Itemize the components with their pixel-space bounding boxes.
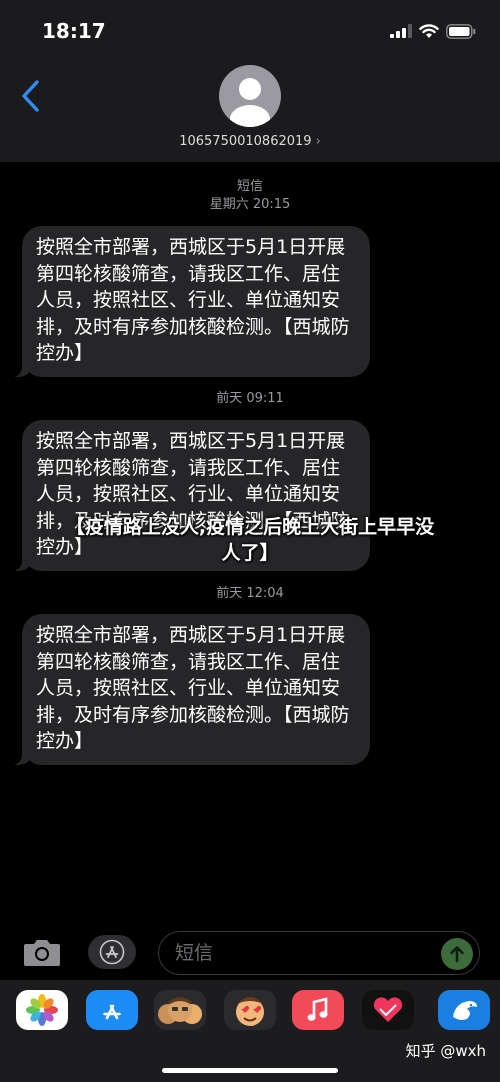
heart-eyes-memoji-icon [236, 997, 264, 1026]
message-input[interactable] [158, 931, 480, 975]
conversation-header: 18:17 1065750010862019 › [0, 0, 500, 162]
camera-icon[interactable] [22, 936, 62, 968]
message-text: 按照全市部署，西城区于5月1日开展第四轮核酸筛查，请我区工作、居住人员，按照社区… [36, 624, 350, 752]
zhihu-watermark: 知乎 @wxh [405, 1042, 486, 1060]
message-bubble[interactable]: 按照全市部署，西城区于5月1日开展第四轮核酸筛查，请我区工作、居住人员，按照社区… [9, 226, 370, 377]
stickers-app-icon[interactable] [224, 990, 276, 1030]
memoji-app-icon[interactable] [154, 990, 206, 1030]
battery-icon [446, 23, 476, 39]
message-timestamp: 前天 12:04 [0, 585, 500, 603]
status-icons [390, 22, 476, 40]
music-app-icon[interactable] [292, 990, 344, 1030]
send-button[interactable] [441, 938, 473, 970]
wifi-icon [419, 23, 439, 38]
message-timestamp: 前天 09:11 [0, 390, 500, 408]
contact-number: 1065750010862019 [179, 134, 312, 149]
message-time: 前天 09:11 [216, 391, 284, 406]
status-time: 18:17 [42, 19, 106, 43]
arrow-up-icon [450, 946, 464, 963]
app-store-app-icon[interactable] [86, 990, 138, 1030]
app-store-button[interactable] [88, 935, 136, 969]
message-text: 按照全市部署，西城区于5月1日开展第四轮核酸筛查，请我区工作、居住人员，按照社区… [36, 236, 350, 364]
chevron-right-icon: › [315, 134, 321, 149]
person-icon [230, 78, 270, 127]
cellular-signal-icon [390, 24, 412, 38]
app-store-icon [99, 939, 125, 965]
contact-name[interactable]: 1065750010862019 › [0, 134, 500, 149]
message-bubble[interactable]: 按照全市部署，西城区于5月1日开展第四轮核酸筛查，请我区工作、居住人员，按照社区… [9, 614, 370, 765]
app-store-a-icon [103, 1004, 121, 1020]
photos-app-icon[interactable] [16, 990, 68, 1030]
home-indicator[interactable] [162, 1068, 338, 1073]
dolphin-icon [453, 1001, 477, 1020]
digital-touch-app-icon[interactable] [362, 990, 414, 1030]
back-chevron-icon[interactable] [16, 78, 46, 114]
message-timestamp: 短信 星期六 20:15 [0, 178, 500, 214]
overlay-caption: 【疫情路上没人,疫情之后晚上大街上早早没人了】 [65, 516, 435, 564]
memoji-icon [158, 997, 202, 1024]
heart-icon [373, 997, 403, 1022]
contact-avatar[interactable] [219, 65, 281, 127]
compose-bar [0, 918, 500, 988]
message-type-label: 短信 [236, 179, 263, 194]
message-time: 星期六 20:15 [209, 197, 291, 212]
bubble-tail [9, 358, 33, 377]
bubble-tail [9, 746, 33, 765]
app-drawer [0, 980, 500, 1082]
photos-flower-icon [26, 994, 58, 1026]
message-time: 前天 12:04 [216, 586, 284, 601]
bubble-tail [9, 552, 33, 571]
music-note-icon [307, 997, 328, 1021]
browser-app-icon[interactable] [438, 990, 490, 1030]
